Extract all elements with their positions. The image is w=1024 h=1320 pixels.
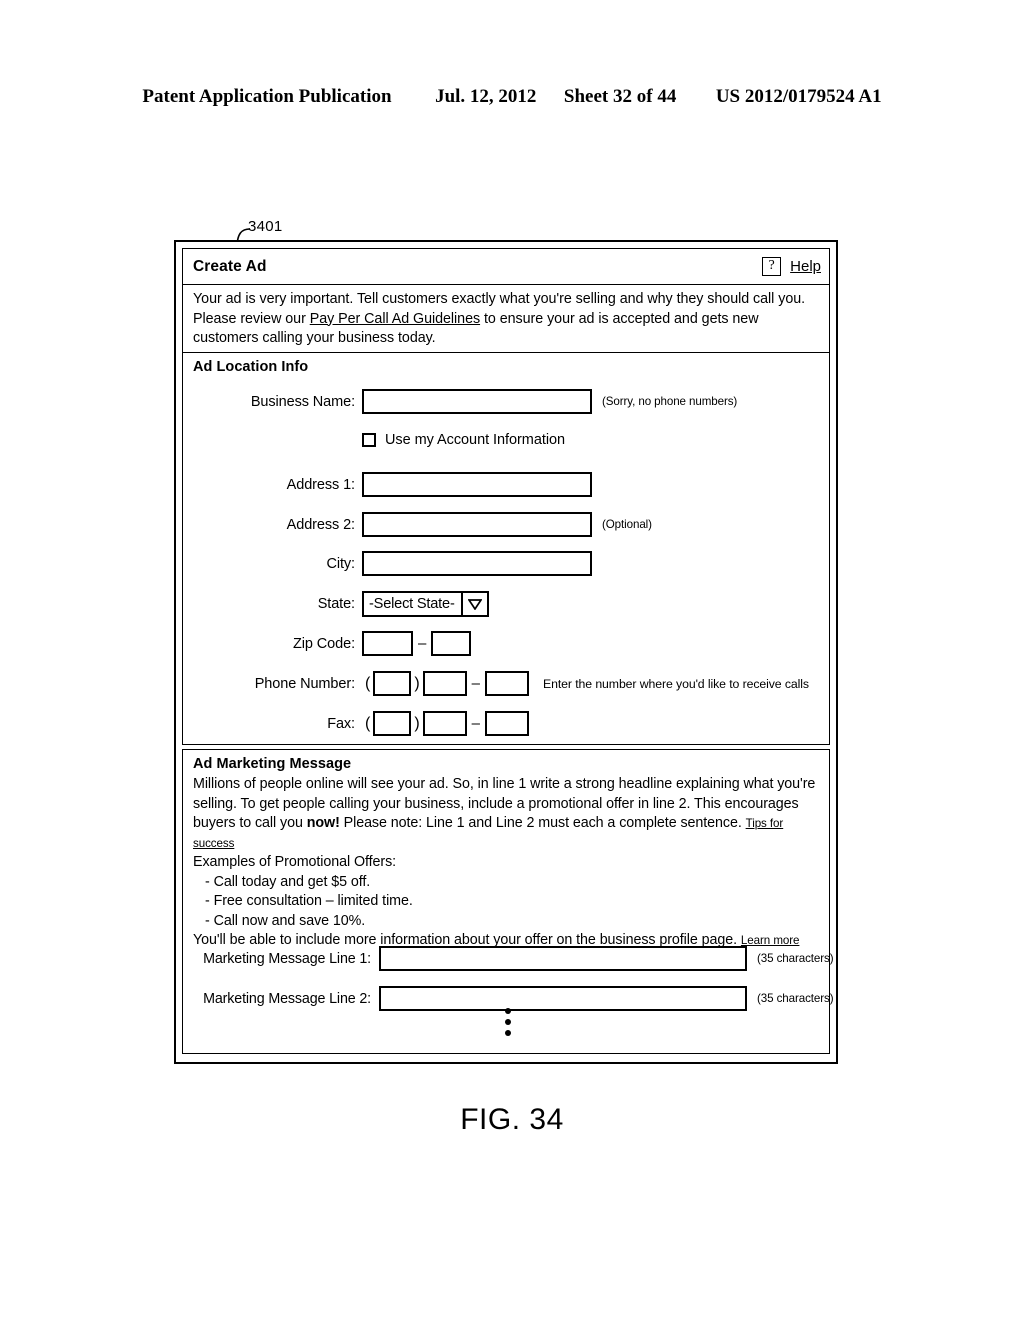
- list-item: - Call today and get $5 off.: [205, 873, 371, 890]
- intro-paragraph: Your ad is very important. Tell customer…: [193, 290, 820, 349]
- pay-per-call-guidelines-link[interactable]: Pay Per Call Ad Guidelines: [310, 311, 480, 327]
- phone-number-label: Phone Number:: [254, 675, 355, 692]
- list-item: - Call now and save 10%.: [205, 912, 366, 929]
- patent-number: US 2012/0179524 A1: [715, 86, 882, 107]
- fax-paren-open: (: [365, 714, 371, 732]
- vertical-ellipsis-icon: [503, 1008, 513, 1036]
- ad-marketing-message-section: Ad Marketing Message Millions of people …: [182, 749, 834, 1054]
- titlebar-actions: ? Help: [762, 257, 821, 276]
- marketing-line2-label: Marketing Message Line 2:: [203, 990, 371, 1007]
- patent-publication-header: Patent Application Publication Jul. 12, …: [0, 86, 1024, 108]
- phone-area-code-input[interactable]: [373, 671, 412, 696]
- ellipsis-dot: [505, 1008, 511, 1014]
- zip-code-input-primary[interactable]: [362, 631, 413, 656]
- state-row: State: -Select State-: [183, 591, 489, 617]
- business-name-row: Business Name: (Sorry, no phone numbers): [183, 389, 737, 414]
- marketing-line1-row: Marketing Message Line 1: (35 characters…: [183, 946, 834, 971]
- state-select-value: -Select State-: [369, 596, 455, 612]
- address2-hint: (Optional): [602, 518, 652, 531]
- fax-line-input[interactable]: [485, 711, 529, 736]
- address2-label: Address 2:: [286, 516, 355, 533]
- reference-numeral-3401: 3401: [248, 218, 283, 235]
- marketing-line2-input[interactable]: [379, 986, 747, 1011]
- phone-prefix-input[interactable]: [422, 671, 467, 696]
- dialog-title: Create Ad: [193, 257, 267, 275]
- list-item: - Free consultation – limited time.: [205, 893, 413, 909]
- marketing-line2-hint: (35 characters): [757, 992, 834, 1005]
- fax-separator: –: [471, 714, 480, 732]
- city-row: City:: [183, 551, 592, 576]
- address1-row: Address 1:: [183, 472, 592, 497]
- create-ad-dialog: Create Ad ? Help Your ad is very importa…: [174, 240, 838, 1064]
- zip-code-row: Zip Code: –: [183, 631, 472, 656]
- chevron-down-icon: [460, 593, 487, 615]
- city-label: City:: [326, 555, 355, 572]
- address2-row: Address 2: (Optional): [183, 512, 652, 537]
- examples-heading: Examples of Promotional Offers:: [193, 854, 397, 870]
- ad-location-info-section: Ad Location Info Business Name: (Sorry, …: [182, 353, 830, 745]
- fax-prefix-input[interactable]: [422, 711, 467, 736]
- business-name-hint: (Sorry, no phone numbers): [602, 395, 738, 408]
- sheet-number: Sheet 32 of 44: [563, 86, 677, 107]
- phone-separator: –: [471, 674, 480, 692]
- phone-number-row: Phone Number: ( ) – Enter the number whe…: [183, 671, 809, 696]
- zip-separator: –: [418, 634, 427, 652]
- marketing-line1-hint: (35 characters): [757, 952, 834, 965]
- use-account-info-label: Use my Account Information: [385, 432, 566, 448]
- marketing-line1-label: Marketing Message Line 1:: [203, 950, 371, 967]
- state-select[interactable]: -Select State-: [362, 591, 489, 617]
- fax-row: Fax: ( ) –: [183, 711, 529, 736]
- publication-date: Jul. 12, 2012: [435, 86, 537, 107]
- address1-input[interactable]: [362, 472, 592, 497]
- marketing-message-description: Millions of people online will see your …: [183, 772, 829, 951]
- figure-caption: FIG. 34: [460, 1103, 564, 1136]
- ellipsis-dot: [505, 1019, 511, 1025]
- address1-label: Address 1:: [286, 476, 355, 493]
- fax-paren-close: ): [414, 714, 420, 732]
- marketing-intro-paragraph: Millions of people online will see your …: [193, 775, 820, 853]
- zip-code-input-extension[interactable]: [431, 631, 472, 656]
- intro-block: Your ad is very important. Tell customer…: [182, 285, 830, 353]
- dialog-titlebar: Create Ad ? Help: [182, 248, 830, 285]
- fax-label: Fax:: [327, 715, 355, 732]
- publication-label: Patent Application Publication: [142, 86, 392, 107]
- question-mark-icon[interactable]: ?: [762, 257, 782, 276]
- marketing-text-bold: now!: [306, 815, 340, 831]
- ad-marketing-message-heading: Ad Marketing Message: [193, 756, 352, 772]
- marketing-text-part2: Please note: Line 1 and Line 2 must each…: [339, 815, 746, 831]
- city-input[interactable]: [362, 551, 592, 576]
- phone-line-input[interactable]: [485, 671, 529, 696]
- phone-paren-close: ): [414, 674, 420, 692]
- phone-paren-open: (: [365, 674, 371, 692]
- state-label: State:: [317, 596, 355, 612]
- marketing-line1-input[interactable]: [379, 946, 747, 971]
- phone-number-hint: Enter the number where you'd like to rec…: [543, 676, 809, 691]
- address2-input[interactable]: [362, 512, 592, 537]
- ellipsis-dot: [505, 1030, 511, 1036]
- use-account-info-row[interactable]: Use my Account Information: [362, 432, 565, 448]
- fax-area-code-input[interactable]: [373, 711, 412, 736]
- business-name-label: Business Name:: [250, 393, 355, 410]
- use-account-info-checkbox[interactable]: [362, 433, 376, 447]
- help-link[interactable]: Help: [790, 258, 821, 275]
- business-name-input[interactable]: [362, 389, 592, 414]
- promotional-offer-examples: - Call today and get $5 off. - Free cons…: [193, 873, 820, 932]
- ad-location-info-heading: Ad Location Info: [193, 359, 309, 375]
- zip-code-label: Zip Code:: [293, 635, 355, 652]
- chevron-down-glyph: [467, 598, 482, 610]
